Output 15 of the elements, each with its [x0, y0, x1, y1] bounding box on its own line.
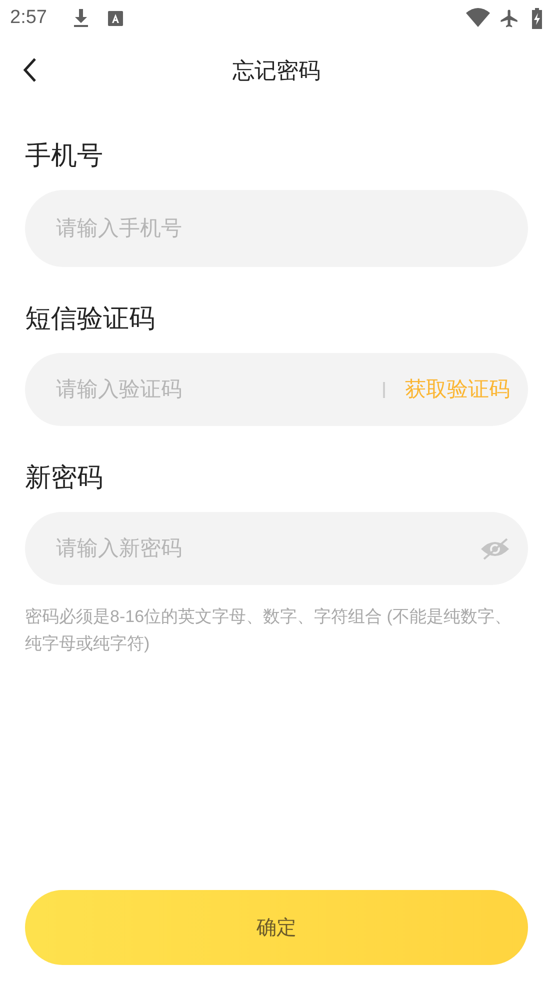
page-title: 忘记密码: [232, 56, 320, 84]
password-input[interactable]: 请输入新密码: [25, 512, 528, 585]
phone-input[interactable]: 请输入手机号: [25, 190, 528, 267]
status-time: 2:57: [10, 6, 47, 30]
field-label: 新密码: [25, 464, 104, 490]
airplane-icon: [499, 8, 520, 28]
battery-charging-icon: [531, 8, 543, 28]
field-label: 手机号: [25, 142, 104, 168]
wifi-icon: [466, 8, 490, 28]
keyboard-a-icon: [108, 10, 123, 26]
field-label: 短信验证码: [25, 305, 156, 331]
confirm-button[interactable]: 确定: [25, 890, 528, 965]
password-hint: 密码必须是8-16位的英文字母、数字、字符组合 (不能是纯数字、纯字母或纯字符): [25, 606, 512, 655]
download-icon: [72, 8, 89, 28]
back-icon[interactable]: [22, 57, 38, 83]
